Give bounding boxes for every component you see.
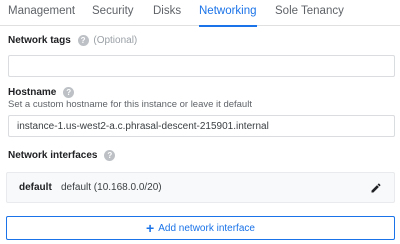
- hostname-help-text: Set a custom hostname for this instance …: [8, 99, 252, 110]
- pencil-icon[interactable]: [370, 182, 382, 194]
- network-tags-input[interactable]: [8, 55, 395, 77]
- tab-sole-tenancy[interactable]: Sole Tenancy: [275, 4, 344, 26]
- tab-security[interactable]: Security: [92, 4, 134, 26]
- network-tags-label: Network tags: [8, 35, 71, 46]
- plus-icon: +: [146, 220, 155, 236]
- help-circle-icon[interactable]: ?: [63, 87, 75, 98]
- add-network-interface-label: Add network interface: [158, 222, 255, 234]
- network-interfaces-label-row: Network interfaces ?: [8, 150, 116, 161]
- tab-management[interactable]: Management: [8, 4, 75, 26]
- network-interface-name: default: [19, 182, 52, 193]
- network-interface-detail: default (10.168.0.0/20): [61, 182, 162, 193]
- hostname-label-row: Hostname ?: [8, 87, 75, 98]
- help-circle-icon[interactable]: ?: [104, 150, 116, 161]
- tab-disks[interactable]: Disks: [153, 4, 181, 26]
- hostname-input[interactable]: [8, 115, 395, 137]
- optional-text: (Optional): [93, 35, 138, 46]
- add-network-interface-button[interactable]: + Add network interface: [6, 216, 395, 240]
- hostname-label: Hostname: [8, 87, 57, 98]
- help-circle-icon[interactable]: ?: [77, 35, 89, 46]
- network-interface-row[interactable]: default default (10.168.0.0/20): [6, 172, 395, 203]
- network-interfaces-label: Network interfaces: [8, 150, 98, 161]
- tab-networking-label: Networking: [199, 5, 257, 17]
- tab-networking[interactable]: Networking: [199, 4, 257, 27]
- tab-bar: Management Security Disks Networking Sol…: [0, 0, 400, 27]
- active-tab-indicator: [199, 25, 257, 27]
- network-tags-label-row: Network tags ? (Optional): [8, 35, 137, 46]
